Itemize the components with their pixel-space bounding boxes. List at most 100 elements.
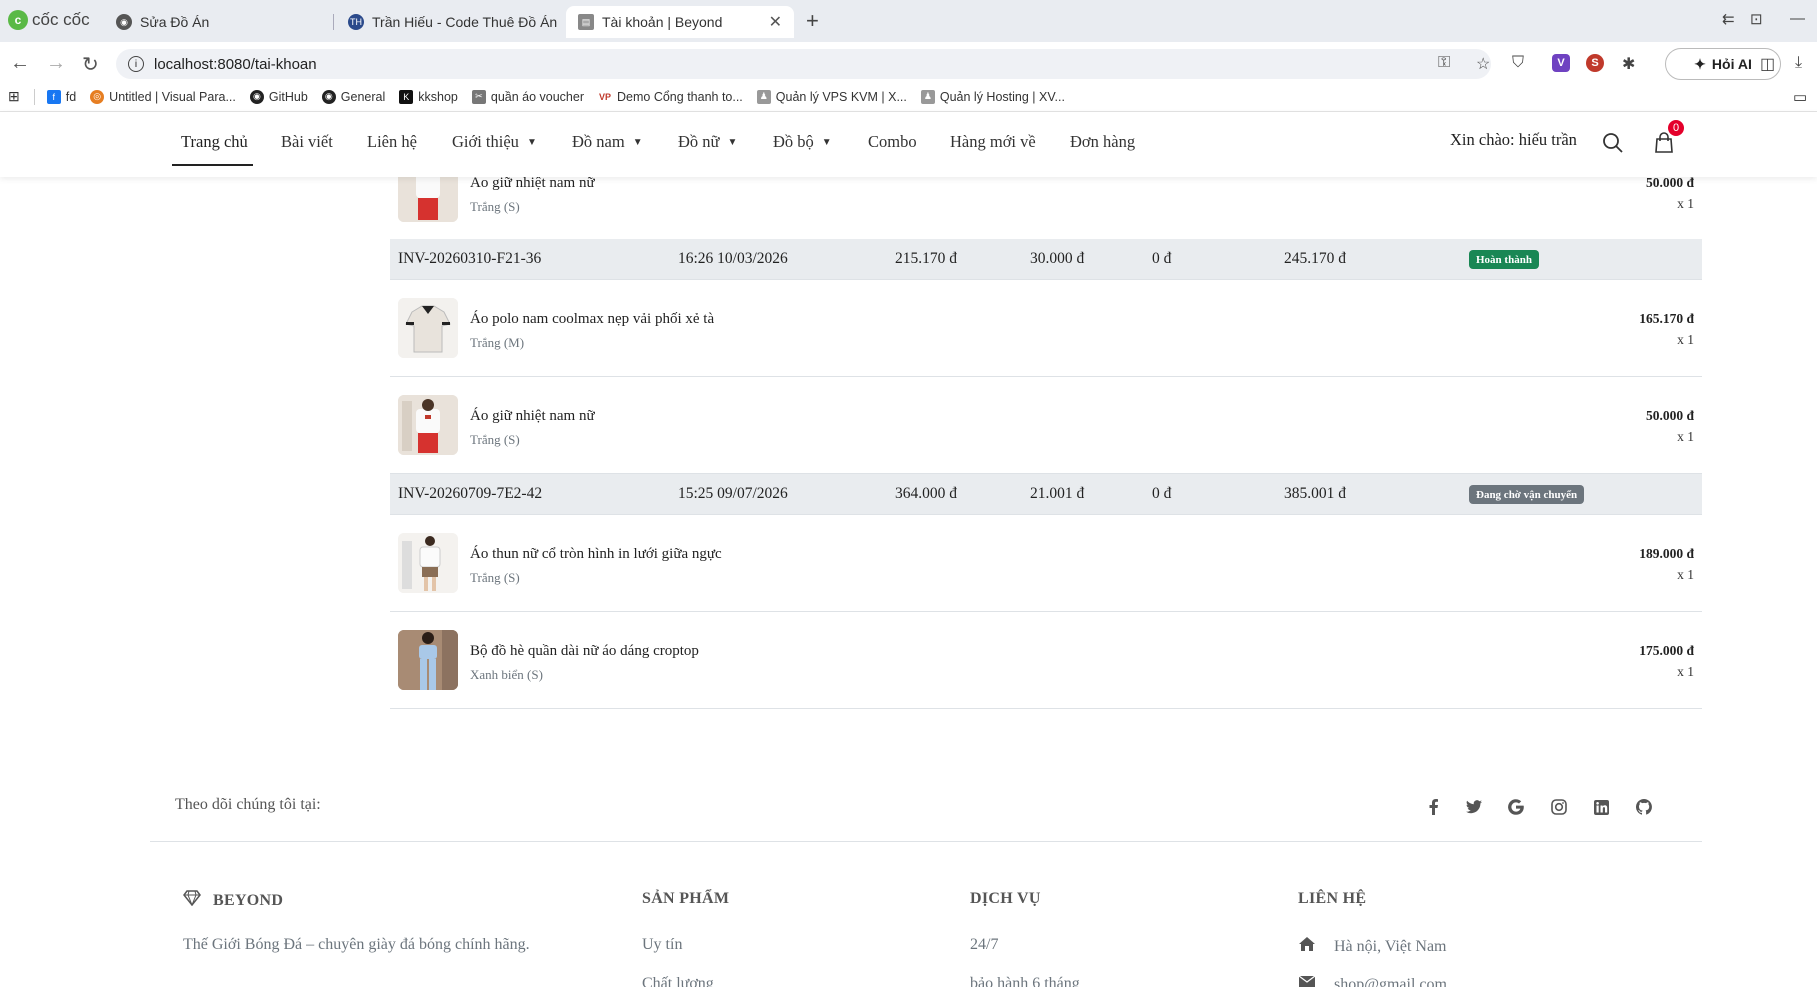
nav-orders[interactable]: Đơn hàng — [1070, 132, 1135, 152]
bookmark-quan-ly-hosting[interactable]: ♟ Quản lý Hosting | XV... — [920, 89, 1065, 104]
bookmark-visual-paradigm[interactable]: ◎ Untitled | Visual Para... — [90, 89, 236, 104]
screenshot-icon[interactable]: ⊡ — [1750, 10, 1763, 28]
user-icon: ♟ — [756, 89, 771, 104]
search-icon[interactable] — [1602, 132, 1624, 159]
product-price: 50.000 đ — [1645, 408, 1694, 423]
footer-link[interactable]: Uy tín — [642, 936, 682, 954]
site-info-icon[interactable]: i — [128, 56, 144, 72]
shopping-bag-icon[interactable] — [1654, 132, 1674, 159]
extension-s-icon[interactable]: S — [1586, 54, 1604, 72]
nav-posts[interactable]: Bài viết — [281, 132, 333, 152]
bookmarks-folder-icon[interactable]: ▭ — [1793, 88, 1807, 106]
twitter-icon[interactable] — [1463, 796, 1485, 818]
caret-down-icon: ▼ — [727, 136, 738, 148]
product-name[interactable]: Áo thun nữ cổ tròn hình in lưới giữa ngự… — [470, 546, 722, 563]
gem-icon — [183, 890, 201, 911]
nav-contact[interactable]: Liên hệ — [367, 132, 417, 152]
order-code: INV-20260709-7E2-42 — [398, 485, 543, 502]
google-icon[interactable] — [1505, 796, 1527, 818]
password-key-icon[interactable]: ⚿ — [1438, 54, 1450, 72]
bookmark-label: Untitled | Visual Para... — [109, 89, 236, 104]
bookmark-kkshop[interactable]: Kkkshop — [399, 89, 458, 104]
vp-icon: VP — [598, 89, 613, 104]
new-tab-button[interactable]: + — [806, 8, 819, 34]
order-date: 16:26 10/03/2026 — [678, 250, 788, 267]
product-variant: Trắng (S) — [470, 432, 520, 447]
nav-sets-dropdown[interactable]: Đồ bộ ▼ — [773, 132, 832, 152]
footer-address-text: Hà nội, Việt Nam — [1334, 937, 1447, 955]
product-image-croptop-set — [398, 630, 458, 690]
product-quantity: x 1 — [1677, 664, 1694, 679]
nav-combo[interactable]: Combo — [868, 132, 917, 152]
product-thumbnail[interactable] — [398, 630, 458, 690]
product-variant: Trắng (S) — [470, 199, 520, 214]
tab-title: Trần Hiếu - Code Thuê Đồ Án - J — [372, 14, 560, 30]
tab-sua-do-an[interactable]: ◉ Sửa Đồ Án — [104, 6, 324, 38]
browser-logo[interactable]: c cốc cốc — [8, 10, 90, 30]
bookmark-github[interactable]: ◉ GitHub — [249, 89, 308, 104]
nav-label: Bài viết — [281, 132, 333, 151]
download-icon[interactable]: ⤓ — [1795, 54, 1802, 72]
facebook-icon[interactable] — [1422, 796, 1444, 818]
active-nav-indicator — [172, 164, 253, 166]
tab-tran-hieu[interactable]: TH Trần Hiếu - Code Thuê Đồ Án - J — [336, 6, 560, 38]
product-name[interactable]: Áo polo nam coolmax nẹp vải phối xẻ tà — [470, 311, 714, 328]
product-thumbnail[interactable] — [398, 533, 458, 593]
forward-arrow-icon[interactable]: → — [46, 52, 66, 75]
extension-v-icon[interactable]: V — [1552, 54, 1570, 72]
tab-title: Tài khoản | Beyond — [602, 14, 723, 30]
footer-link[interactable]: Chất lượng — [642, 975, 714, 987]
instagram-icon[interactable] — [1548, 796, 1570, 818]
bookmark-label: quần áo voucher — [490, 89, 585, 104]
bookmark-fd[interactable]: f fd — [46, 89, 76, 104]
sidebar-icon[interactable]: ◫ — [1760, 54, 1775, 74]
footer-tagline: Thế Giới Bóng Đá – chuyên giày đá bóng c… — [183, 936, 530, 953]
close-tab-icon[interactable]: ✕ — [769, 12, 782, 32]
minimize-icon[interactable]: — — [1790, 10, 1805, 27]
order-row[interactable]: INV-20260709-7E2-42 15:25 09/07/2026 364… — [390, 474, 1702, 515]
github-icon: ◉ — [116, 14, 132, 30]
bookmark-quan-ao-voucher[interactable]: ✂ quần áo voucher — [471, 89, 585, 104]
tab-search-icon[interactable]: ⇇ — [1722, 10, 1735, 28]
nav-new-arrivals[interactable]: Hàng mới về — [950, 132, 1036, 152]
tab-tai-khoan-active[interactable]: ▤ Tài khoản | Beyond ✕ — [566, 6, 794, 38]
order-item: Áo thun nữ cổ tròn hình in lưới giữa ngự… — [390, 515, 1702, 612]
user-greeting[interactable]: Xin chào: hiếu trần — [1450, 130, 1577, 150]
reload-icon[interactable]: ↻ — [82, 52, 99, 77]
product-quantity: x 1 — [1677, 429, 1694, 444]
tab-divider — [333, 14, 334, 30]
github-icon[interactable] — [1633, 796, 1655, 818]
order-shipping: 30.000 đ — [1030, 250, 1085, 267]
product-thumbnail[interactable] — [398, 395, 458, 455]
bookmark-star-icon[interactable]: ☆ — [1476, 54, 1490, 74]
back-arrow-icon[interactable]: ← — [10, 52, 30, 75]
product-quantity: x 1 — [1677, 196, 1694, 211]
footer-service-item: 24/7 — [970, 936, 999, 953]
extensions-puzzle-icon[interactable]: ✱ — [1622, 54, 1635, 74]
product-name[interactable]: Bộ đồ hè quần dài nữ áo dáng croptop — [470, 643, 699, 660]
order-date: 15:25 09/07/2026 — [678, 485, 788, 502]
bookmark-general[interactable]: ◉ General — [321, 89, 385, 104]
apps-grid-icon[interactable]: ⊞ — [8, 88, 20, 105]
product-name[interactable]: Áo giữ nhiệt nam nữ — [470, 408, 595, 425]
bookmark-quan-ly-vps[interactable]: ♟ Quản lý VPS KVM | X... — [756, 89, 907, 104]
order-item: Áo giữ nhiệt nam nữ Trắng (S) 50.000 đ x… — [390, 377, 1702, 474]
nav-label: Combo — [868, 132, 917, 151]
product-price: 175.000 đ — [1639, 643, 1694, 658]
nav-women-dropdown[interactable]: Đồ nữ ▼ — [678, 132, 737, 152]
github-icon: ◉ — [321, 89, 336, 104]
order-row[interactable]: INV-20260310-F21-36 16:26 10/03/2026 215… — [390, 239, 1702, 280]
bookmark-demo-cong-thanh-toan[interactable]: VP Demo Cổng thanh to... — [598, 89, 743, 104]
nav-home[interactable]: Trang chủ — [181, 132, 248, 152]
linkedin-icon[interactable] — [1590, 796, 1612, 818]
nav-about-dropdown[interactable]: Giới thiệu ▼ — [452, 132, 537, 152]
shield-icon[interactable]: ⛉ — [1512, 54, 1524, 72]
footer-service-item: bảo hành 6 tháng — [970, 975, 1080, 987]
product-thumbnail[interactable] — [398, 298, 458, 358]
product-name[interactable]: Áo giữ nhiệt nam nữ — [470, 175, 595, 192]
url-bar[interactable]: i localhost:8080/tai-khoan — [116, 49, 1491, 79]
footer-address: Hà nội, Việt Nam — [1298, 936, 1447, 957]
nav-men-dropdown[interactable]: Đồ nam ▼ — [572, 132, 643, 152]
browser-tab-bar: c cốc cốc ◉ Sửa Đồ Án TH Trần Hiếu - Cod… — [0, 0, 1817, 42]
footer-email[interactable]: shop@gmail.com — [1298, 975, 1447, 987]
